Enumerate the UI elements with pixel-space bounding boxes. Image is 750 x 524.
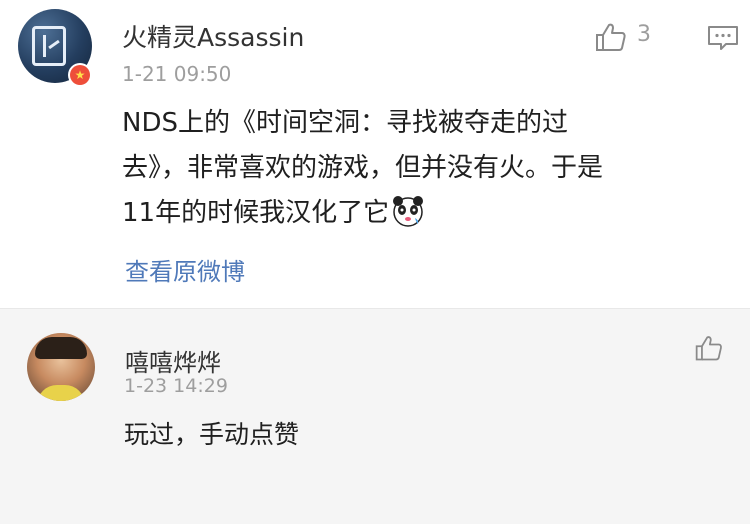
main-comment: ★ 火精灵Assassin 1-21 09:50 3 NDS上的《时间空洞：寻找… [0, 0, 750, 308]
vip-badge-icon: ★ [68, 63, 92, 87]
like-count: 3 [637, 22, 651, 47]
reply-author-name[interactable]: 嘻嘻烨烨 [125, 343, 221, 378]
avatar[interactable] [27, 333, 95, 401]
panda-emoji-icon [393, 196, 424, 227]
comment-author-name[interactable]: 火精灵Assassin [122, 18, 304, 54]
comment-content-line: NDS上的《时间空洞：寻找被夺走的过 [122, 108, 568, 138]
reply-comment: 嘻嘻烨烨 1-23 14:29 玩过，手动点赞 [0, 309, 750, 524]
reply-content: 玩过，手动点赞 [124, 420, 300, 449]
comment-thread: ★ 火精灵Assassin 1-21 09:50 3 NDS上的《时间空洞：寻找… [0, 0, 750, 524]
comment-content-line: 11年的时候我汉化了它 [122, 198, 390, 228]
avatar-logo-icon [32, 26, 66, 66]
comment-reply-icon[interactable] [706, 24, 740, 52]
comment-timestamp: 1-21 09:50 [122, 62, 232, 86]
reply-timestamp: 1-23 14:29 [124, 375, 228, 397]
view-original-weibo-link[interactable]: 查看原微博 [125, 252, 245, 287]
thumbs-up-icon[interactable] [594, 22, 628, 52]
thumbs-up-icon[interactable] [694, 334, 724, 362]
comment-content-line: 去》，非常喜欢的游戏，但并没有火。于是 [122, 153, 604, 183]
comment-content: NDS上的《时间空洞：寻找被夺走的过 去》，非常喜欢的游戏，但并没有火。于是 1… [122, 101, 712, 236]
